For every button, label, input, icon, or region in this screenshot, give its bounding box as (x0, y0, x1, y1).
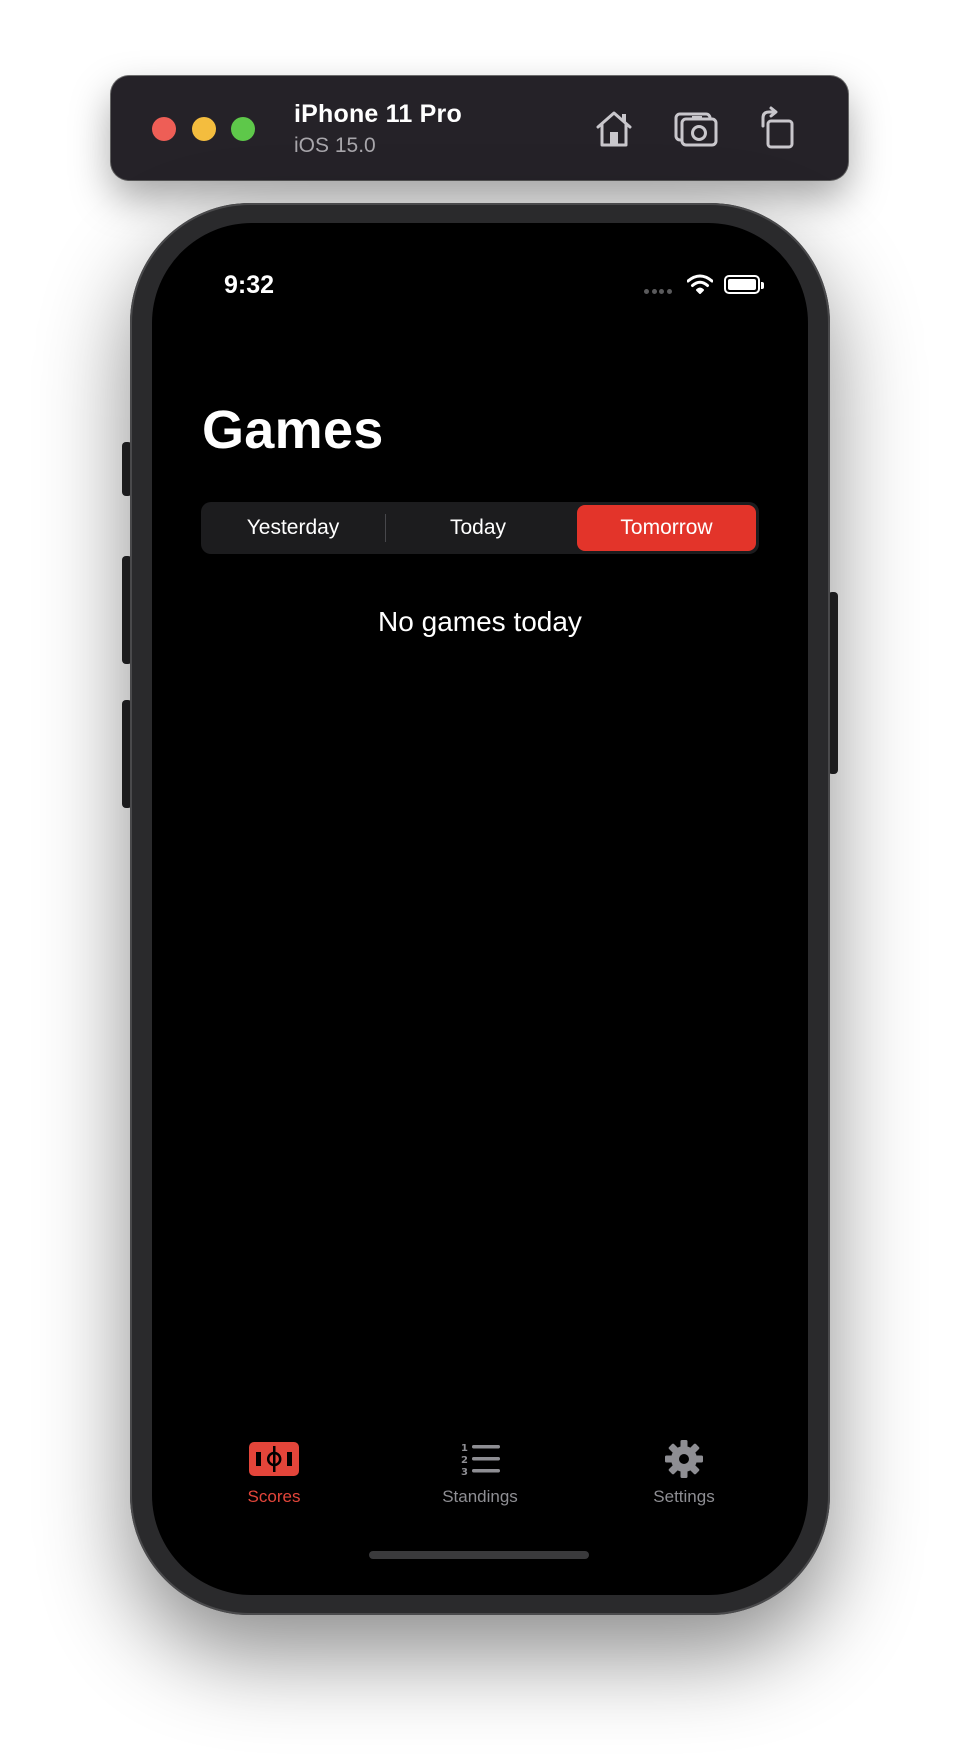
numbered-list-icon: 1 2 3 (461, 1443, 500, 1478)
tab-label-standings: Standings (442, 1487, 518, 1506)
home-indicator[interactable] (369, 1551, 589, 1559)
simulator-title-bar: iPhone 11 Pro iOS 15.0 (111, 76, 848, 180)
zoom-window-button[interactable] (231, 117, 255, 141)
tab-label-settings: Settings (653, 1487, 715, 1506)
svg-text:1: 1 (461, 1443, 468, 1454)
close-window-button[interactable] (152, 117, 176, 141)
battery-icon (724, 275, 764, 294)
page-title: Games (202, 400, 384, 460)
empty-state-message: No games today (378, 606, 582, 637)
rotate-icon (761, 106, 794, 149)
day-segmented-control: Yesterday Today Tomorrow (201, 502, 759, 554)
status-time: 9:32 (224, 271, 275, 299)
phone-screen: 9:32 Games Yesterday Today Tomorrow No g… (152, 223, 808, 1595)
segment-tomorrow[interactable]: Tomorrow (577, 505, 756, 551)
camera-icon (674, 112, 718, 147)
screenshot-button[interactable] (672, 104, 720, 152)
segment-divider (385, 514, 386, 542)
svg-text:3: 3 (461, 1467, 468, 1478)
segment-today[interactable]: Today (388, 505, 568, 551)
home-icon (596, 111, 632, 147)
svg-text:2: 2 (461, 1455, 468, 1466)
home-button[interactable] (590, 104, 638, 152)
minimize-window-button[interactable] (192, 117, 216, 141)
tab-settings[interactable]: Settings (604, 1439, 764, 1519)
tab-scores[interactable]: Scores (194, 1439, 354, 1519)
cellular-signal-icon (644, 289, 674, 295)
soccer-field-icon (249, 1442, 299, 1476)
gear-icon (665, 1440, 703, 1478)
wifi-icon (687, 274, 713, 294)
segment-yesterday[interactable]: Yesterday (204, 505, 382, 551)
os-version: iOS 15.0 (294, 134, 376, 157)
tab-label-scores: Scores (247, 1487, 301, 1506)
rotate-button[interactable] (753, 104, 801, 152)
device-name: iPhone 11 Pro (294, 100, 462, 128)
tab-standings[interactable]: 1 2 3 Standings (400, 1439, 560, 1519)
